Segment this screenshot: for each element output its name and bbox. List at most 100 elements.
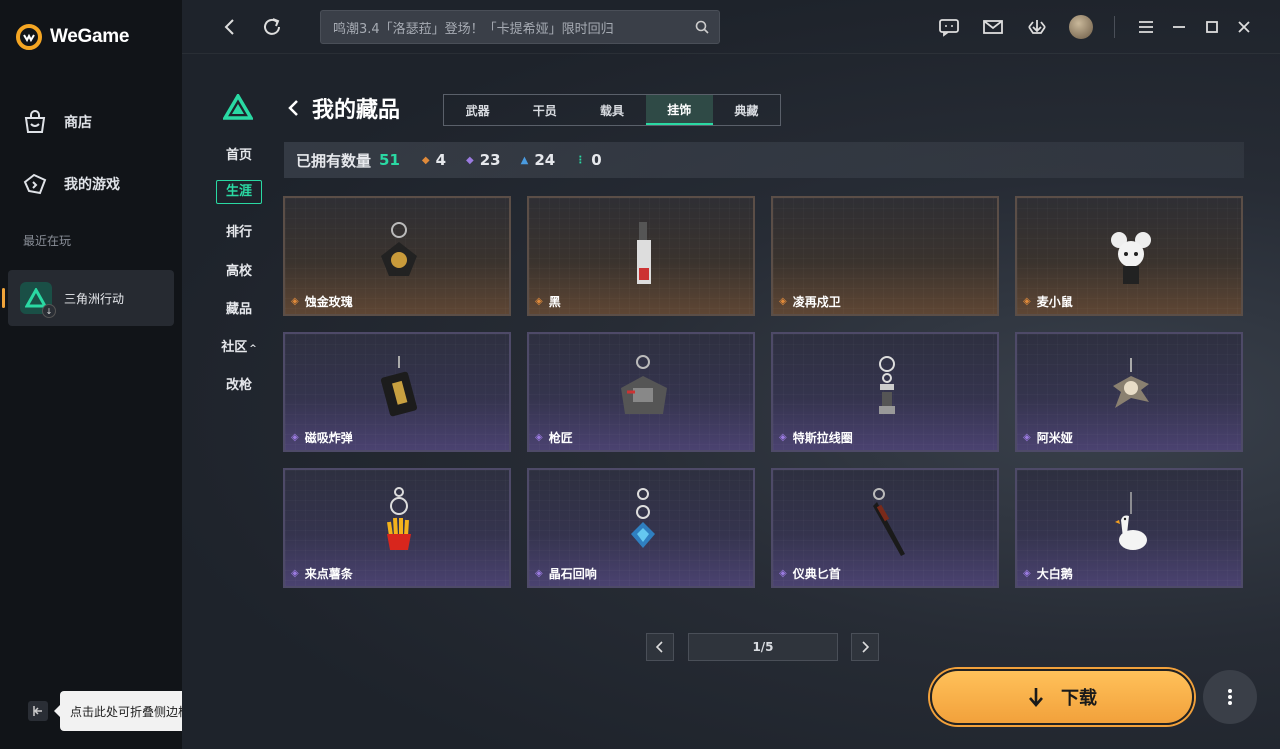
collection-back-title[interactable]: 我的藏品 <box>286 92 400 124</box>
more-options-button[interactable] <box>1203 670 1257 724</box>
close-icon <box>1238 21 1250 33</box>
collection-card[interactable]: ◈ 黑 <box>527 196 755 316</box>
refresh-icon <box>264 18 280 35</box>
hamburger-menu-icon <box>1139 21 1153 33</box>
app-name: WeGame <box>50 26 130 47</box>
rarity-count-value: 24 <box>534 151 556 169</box>
blue-gem-icon: ▲ <box>520 154 529 166</box>
community-expand-marker: ^ <box>249 344 257 354</box>
gold-gem-icon: ◈ <box>779 296 787 307</box>
delta-force-logo-icon <box>221 92 255 120</box>
chat-button[interactable] <box>937 15 961 39</box>
prev-page-button[interactable] <box>646 633 674 661</box>
game-nav-gunsmith[interactable]: 改枪 <box>212 374 266 393</box>
refresh-button[interactable] <box>260 15 284 39</box>
back-button[interactable] <box>218 15 242 39</box>
sidebar-item-my-games[interactable]: 我的游戏 <box>22 172 120 196</box>
magnetic-bomb-charm-icon <box>380 356 418 417</box>
category-tabs: 武器 干员 载具 挂饰 典藏 <box>443 94 781 126</box>
game-nav-community[interactable]: 社区 ^ <box>212 336 266 355</box>
tab-charms[interactable]: 挂饰 <box>645 95 713 125</box>
collection-card[interactable]: ◈ 蚀金玫瑰 <box>283 196 511 316</box>
sidebar-item-store[interactable]: 商店 <box>22 110 92 134</box>
minimize-button[interactable] <box>1167 15 1191 39</box>
search-input[interactable]: 鸣潮3.4「洛瑟菈」登场！「卡提希娅」限时回归 <box>320 10 720 44</box>
chevron-left-icon <box>655 641 663 653</box>
game-nav-college[interactable]: 高校 <box>212 260 266 279</box>
gold-gem-icon: ◈ <box>291 296 299 307</box>
collection-card[interactable]: ◈ 凌再戍卫 <box>771 196 999 316</box>
collapse-left-icon <box>33 706 42 716</box>
gold-gem-icon: ◆ <box>421 154 430 166</box>
collection-card[interactable]: ◈ 麦小鼠 <box>1015 196 1243 316</box>
rarity-count-value: 23 <box>479 151 501 169</box>
rarity-green-count: ⋮ 0 <box>575 151 601 169</box>
ceremonial-dagger-charm-icon <box>873 488 905 556</box>
item-name: 磁吸炸弹 <box>304 431 353 445</box>
wegame-logo[interactable]: WeGame <box>16 24 129 50</box>
collection-card[interactable]: ◈ 来点薯条 <box>283 468 511 588</box>
rarity-count-value: 0 <box>591 151 602 169</box>
chevron-left-icon <box>224 19 234 35</box>
main-content: 鸣潮3.4「洛瑟菈」登场！「卡提希娅」限时回归 首页 生涯 排行 高校 藏品 社… <box>182 0 1280 749</box>
game-nav-collection[interactable]: 藏品 <box>212 298 266 317</box>
mail-icon <box>983 20 1003 34</box>
tab-operators[interactable]: 干员 <box>511 95 578 125</box>
game-nav-home[interactable]: 首页 <box>212 144 266 163</box>
close-button[interactable] <box>1232 15 1256 39</box>
maximize-button[interactable] <box>1200 15 1224 39</box>
purple-gem-icon: ◈ <box>779 568 787 579</box>
purple-gem-icon: ◈ <box>291 432 299 443</box>
gold-gem-icon: ◈ <box>535 296 543 307</box>
delta-force-icon: ↓ <box>20 282 56 318</box>
purple-gem-icon: ◈ <box>535 568 543 579</box>
download-badge-icon: ↓ <box>42 304 56 318</box>
item-name: 蚀金玫瑰 <box>304 295 353 309</box>
chevron-right-icon <box>862 641 870 653</box>
left-sidebar: WeGame 商店 我的游戏 最近在玩 ↓ 三角洲行动 点击此处可折叠侧边栏 <box>0 0 221 749</box>
collapse-sidebar-button[interactable] <box>28 701 48 721</box>
game-nav-rank[interactable]: 排行 <box>212 221 266 240</box>
purple-gem-icon: ◈ <box>291 568 299 579</box>
download-button[interactable]: 下载 <box>930 669 1194 725</box>
mail-button[interactable] <box>981 15 1005 39</box>
maximize-icon <box>1206 21 1218 33</box>
search-text: 鸣潮3.4「洛瑟菈」登场！「卡提希娅」限时回归 <box>333 21 614 37</box>
tab-weapons[interactable]: 武器 <box>444 95 511 125</box>
top-bar: 鸣潮3.4「洛瑟菈」登场！「卡提希娅」限时回归 <box>182 0 1280 54</box>
tab-vehicles[interactable]: 载具 <box>578 95 645 125</box>
collection-card[interactable]: ◈ 大白鹅 <box>1015 468 1243 588</box>
user-avatar[interactable] <box>1069 15 1093 39</box>
collection-card[interactable]: ◈ 特斯拉线圈 <box>771 332 999 452</box>
item-name: 仪典匕首 <box>792 567 841 581</box>
white-goose-charm-icon <box>1115 492 1147 550</box>
collection-card[interactable]: ◈ 阿米娅 <box>1015 332 1243 452</box>
delta-force-logo[interactable] <box>221 92 255 124</box>
game-nav-career[interactable]: 生涯 <box>216 180 262 204</box>
shopping-bag-icon <box>24 110 46 133</box>
minimize-icon <box>1173 26 1185 28</box>
collection-card[interactable]: ◈ 枪匠 <box>527 332 755 452</box>
sidebar-item-label: 我的游戏 <box>64 177 120 193</box>
next-page-button[interactable] <box>851 633 879 661</box>
tab-collectibles[interactable]: 典藏 <box>713 95 780 125</box>
arrow-down-icon <box>1029 688 1043 707</box>
rarity-count-value: 4 <box>435 151 447 169</box>
collection-card[interactable]: ◈ 仪典匕首 <box>771 468 999 588</box>
topbar-divider <box>1114 16 1115 38</box>
download-manager-icon <box>1028 20 1046 34</box>
wegame-logo-icon <box>16 24 42 50</box>
gamepad-icon <box>23 173 47 195</box>
collection-card[interactable]: ◈ 磁吸炸弹 <box>283 332 511 452</box>
rarity-blue-count: ▲ 24 <box>521 151 556 169</box>
sidebar-item-label: 商店 <box>64 115 92 131</box>
gold-rose-charm-icon <box>381 222 417 276</box>
recent-game-item[interactable]: ↓ 三角洲行动 <box>2 270 174 326</box>
downloads-button[interactable] <box>1025 15 1049 39</box>
crystal-echo-charm-icon <box>631 488 655 548</box>
collection-card[interactable]: ◈ 晶石回响 <box>527 468 755 588</box>
search-icon[interactable] <box>695 20 709 34</box>
menu-button[interactable] <box>1134 15 1158 39</box>
item-name: 麦小鼠 <box>1036 295 1073 309</box>
purple-gem-icon: ◈ <box>535 432 543 443</box>
